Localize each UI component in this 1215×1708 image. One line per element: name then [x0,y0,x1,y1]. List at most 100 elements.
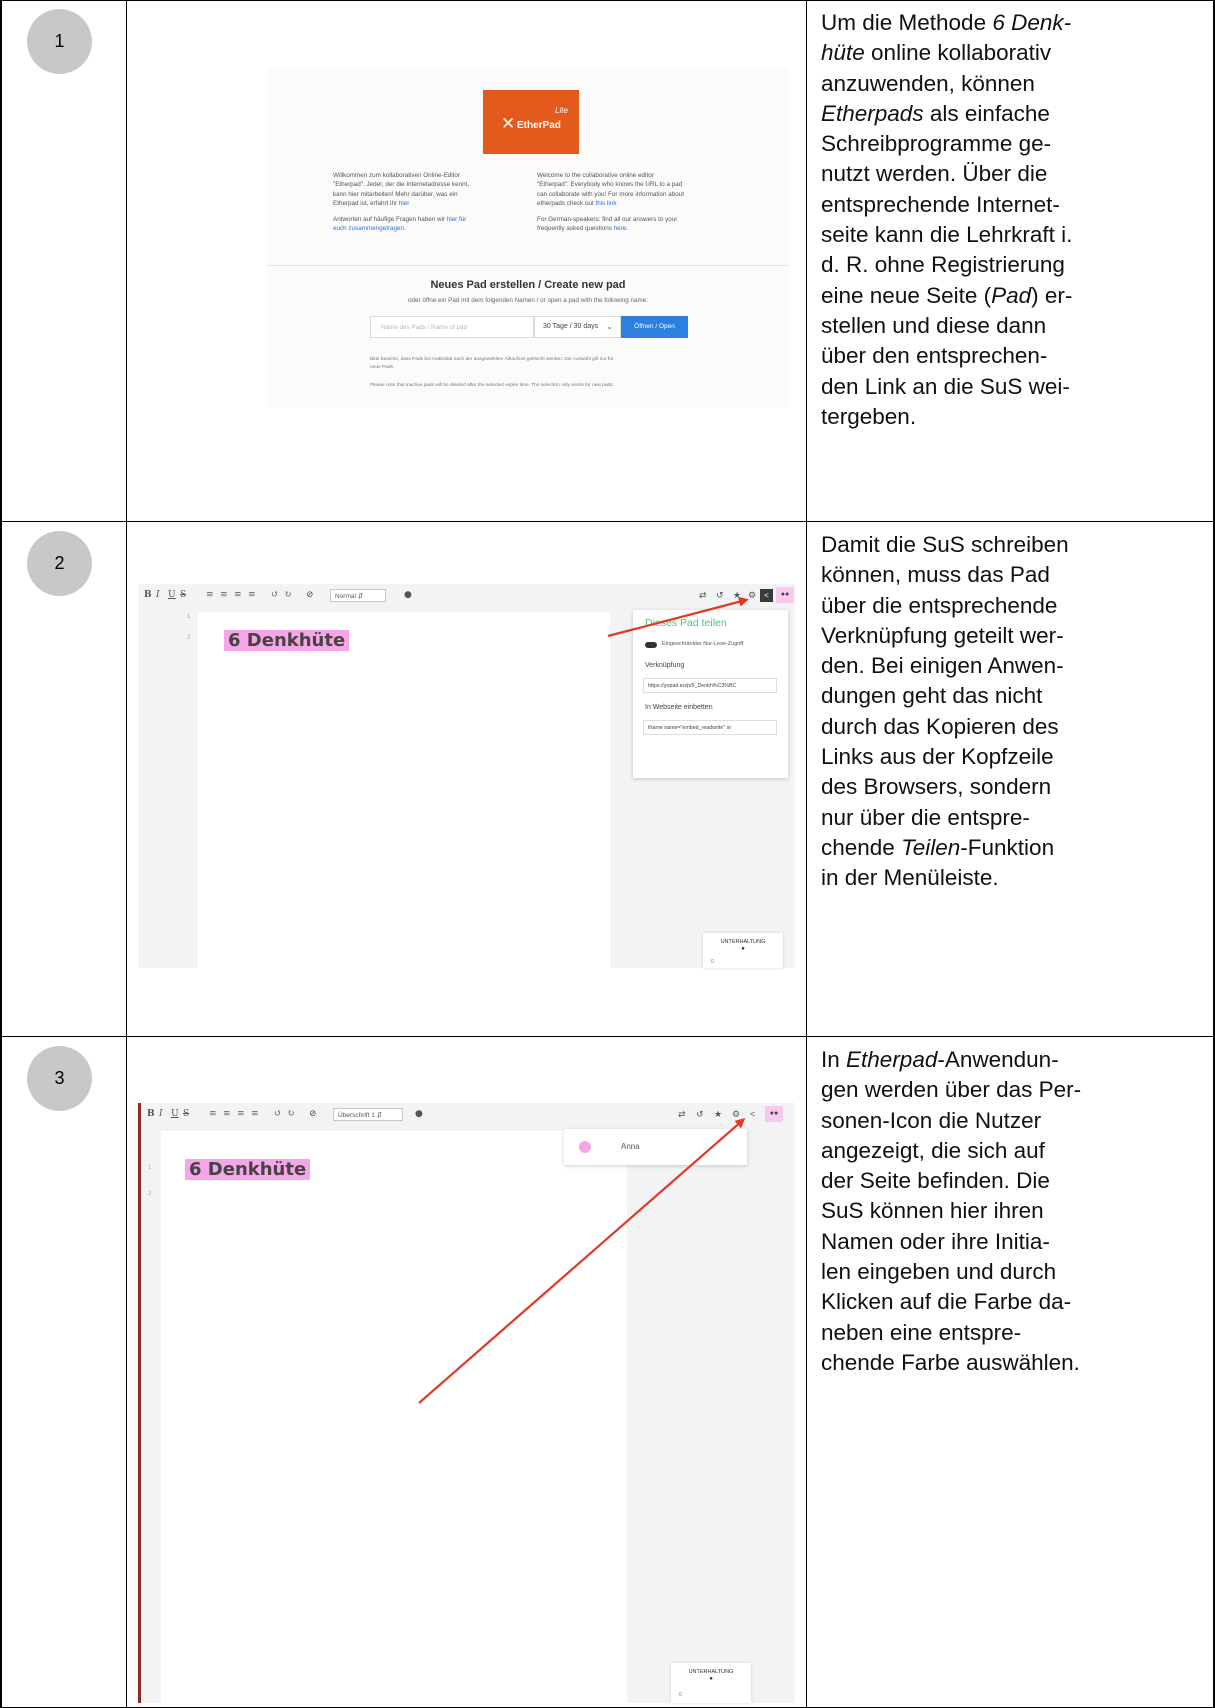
table-row: 3 B I U S ≡ ≡ ≡ ≡ ↺ ↻ ⊘ Überschrift 1 ⇵ … [0,1037,1215,1708]
strikethrough-icon[interactable]: S [180,590,186,600]
step-number-badge: 2 [27,531,92,596]
description-line: Damit die SuS schreiben [821,532,1069,557]
outdent-icon[interactable]: ≡ [248,590,256,600]
pad-name-input[interactable]: Name des Pads / Name of pad [370,316,534,338]
indent-icon[interactable]: ≡ [234,590,242,600]
description-line: über die entsprechende [821,592,1058,618]
clear-authorship-icon[interactable]: ⊘ [309,1109,317,1119]
clear-authorship-icon[interactable]: ⊘ [306,590,314,600]
italic-icon[interactable]: I [159,1109,163,1119]
chat-label: UNTERHALTUNG [688,1669,734,1675]
chat-box[interactable]: UNTERHALTUNG ● 0 [671,1663,751,1703]
description-line: chende Teilen-Funktion [821,834,1055,860]
unordered-list-icon[interactable]: ≡ [220,590,228,600]
import-export-icon[interactable]: ⇄ [678,1109,686,1120]
strikethrough-icon[interactable]: S [183,1109,189,1119]
heading-style-select[interactable]: Überschrift 1 ⇵ [333,1108,403,1121]
description-line: d. R. ohne Registrierung [821,252,1065,278]
line-number: 1 [148,1165,152,1171]
pad-heading: 6 Denkhüte [185,1159,311,1180]
editor-page[interactable]: 6 Denkhüte [161,1131,627,1703]
undo-icon[interactable]: ↺ [271,590,279,600]
bold-icon[interactable]: B [147,1109,155,1119]
description-line: Etherpads als einfache [821,100,1050,126]
description-line: Schreibprogramme ge- [821,131,1052,157]
heading-style-select[interactable]: Normal ⇵ [330,589,386,602]
intro-link-en[interactable]: this link [595,200,616,207]
intro-text-de: Willkommen zum kollaborativen Online-Edi… [333,172,470,233]
description-line: seite kann die Lehrkraft i. [821,222,1073,248]
description-line: Links aus der Kopfzeile [821,744,1054,770]
step-number-cell: 1 [0,0,127,521]
settings-icon[interactable]: ⚙ [748,590,756,601]
table-row: 2 B I U S ≡ ≡ ≡ ≡ ↺ ↻ ⊘ Normal ⇵ ● ⇄ ↺ ★… [0,522,1215,1036]
settings-icon[interactable]: ⚙ [732,1109,740,1120]
faq-link-de-2[interactable]: euch zusammengetragen [333,225,404,232]
description-line: hüte online kollaborativ [821,40,1052,66]
open-pad-button[interactable]: Öffnen / Open [621,316,688,338]
screenshot-cell: B I U S ≡ ≡ ≡ ≡ ↺ ↻ ⊘ Überschrift 1 ⇵ ● … [127,1037,807,1708]
outdent-icon[interactable]: ≡ [251,1109,259,1119]
description-line: SuS können hier ihren [821,1198,1044,1224]
expiry-select[interactable]: 30 Tage / 30 days ⌄ [534,316,621,338]
redo-icon[interactable]: ↻ [284,590,292,600]
editor-page[interactable]: 6 Denkhüte [198,612,610,968]
description-line: über den entsprechen- [821,343,1048,369]
underline-icon[interactable]: U [171,1109,179,1119]
description-cell: Um die Methode 6 Denk-hüte online kollab… [807,0,1215,521]
screenshot-cell: B I U S ≡ ≡ ≡ ≡ ↺ ↻ ⊘ Normal ⇵ ● ⇄ ↺ ★ ⚙… [127,522,807,1036]
bold-icon[interactable]: B [144,590,152,600]
faq-link-de-1[interactable]: hier für [447,216,467,223]
star-icon[interactable]: ★ [733,590,741,601]
readonly-toggle[interactable] [645,642,657,648]
user-name-field[interactable]: Anna [621,1142,640,1151]
description-line: dungen geht das nicht [821,683,1043,709]
description-line: Um die Methode 6 Denk- [821,10,1072,35]
pad-heading: 6 Denkhüte [224,630,350,651]
table-top-border [0,0,1215,1]
description-line: in der Menüleiste. [821,865,999,891]
description-line: tergeben. [821,403,917,429]
embed-label: In Webseite einbetten [645,704,713,711]
star-icon[interactable]: ★ [714,1109,722,1120]
users-icon[interactable]: ●● [776,587,794,603]
line-number: 1 [187,614,191,620]
screenshot-cell: ✕ EtherPad Lite Willkommen zum kollabora… [127,0,807,521]
description-line: In Etherpad-Anwendun- [821,1047,1059,1072]
underline-icon[interactable]: U [168,590,176,600]
history-icon[interactable]: ↺ [716,590,724,601]
faq-link-en[interactable]: here [614,225,627,232]
ordered-list-icon[interactable]: ≡ [206,590,214,600]
share-icon[interactable]: < [760,589,773,602]
etherpad-logo-icon: ✕ [501,114,516,134]
ordered-list-icon[interactable]: ≡ [209,1109,217,1119]
italic-icon[interactable]: I [156,590,160,600]
users-icon[interactable]: ●● [765,1106,783,1122]
expiry-note-en: Please note that inactive pads will be d… [370,383,614,388]
history-icon[interactable]: ↺ [696,1109,704,1120]
share-link-field[interactable]: https://yopad.eu/p/6_Denkh%C3%BC [643,678,777,693]
chat-label: UNTERHALTUNG [720,939,766,945]
comment-icon[interactable]: ● [415,1109,423,1119]
expiry-note-de: Bitte beachte, dass Pads bei Inaktivität… [370,357,614,370]
comment-icon[interactable]: ● [404,590,412,600]
chat-box[interactable]: UNTERHALTUNG ● 0 [703,933,783,968]
description-line: Namen oder ihre Initia- [821,1228,1050,1254]
description-line: eine neue Seite (Pad) er- [821,282,1073,308]
description-line: gen werden über das Per- [821,1077,1082,1103]
redo-icon[interactable]: ↻ [287,1109,295,1119]
etherpad-start-screenshot: ✕ EtherPad Lite Willkommen zum kollabora… [267,68,789,408]
line-number: 2 [187,635,191,641]
description-line: durch das Kopieren des [821,713,1059,739]
import-export-icon[interactable]: ⇄ [699,590,707,601]
embed-code-field[interactable]: iframe name="embed_readwrite" sr [643,720,777,735]
description-line: Verknüpfung geteilt wer- [821,622,1064,648]
indent-icon[interactable]: ≡ [237,1109,245,1119]
description-line: nur über die entspre- [821,804,1030,830]
step-number-cell: 3 [0,1037,127,1708]
share-icon[interactable]: < [750,1109,755,1119]
undo-icon[interactable]: ↺ [274,1109,282,1119]
unordered-list-icon[interactable]: ≡ [223,1109,231,1119]
intro-link-de[interactable]: hier [399,200,410,207]
user-color-swatch[interactable] [579,1141,591,1153]
